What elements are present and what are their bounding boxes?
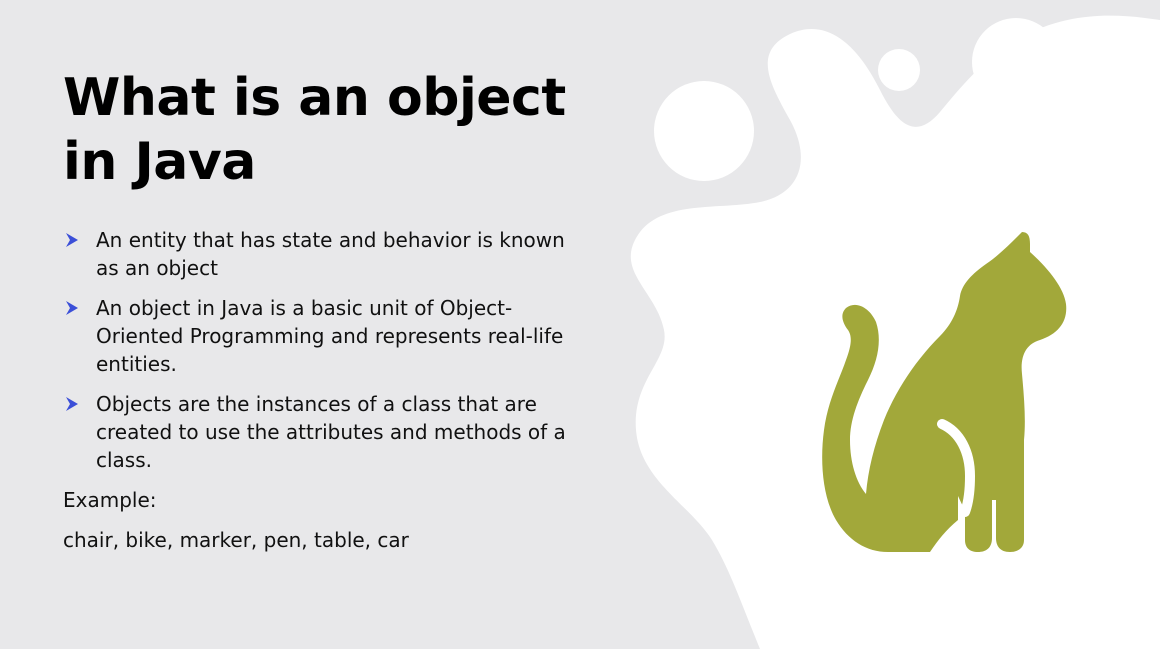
arrow-bullet-icon (66, 301, 78, 315)
slide-title: What is an object in Java (63, 68, 566, 192)
white-blob-circle-small (878, 49, 920, 91)
bullet-item: An object in Java is a basic unit of Obj… (63, 294, 573, 378)
arrow-bullet-icon (66, 233, 78, 247)
bullet-list: An entity that has state and behavior is… (63, 226, 573, 486)
slide: What is an object in Java An entity that… (0, 0, 1160, 649)
cat-body (822, 232, 1067, 552)
bullet-text: Objects are the instances of a class tha… (96, 392, 566, 472)
bullet-text: An entity that has state and behavior is… (96, 228, 565, 280)
bullet-text: An object in Java is a basic unit of Obj… (96, 296, 564, 376)
bullet-item: Objects are the instances of a class tha… (63, 390, 573, 474)
white-blob-circle-right (972, 18, 1060, 106)
bullet-item: An entity that has state and behavior is… (63, 226, 573, 282)
white-blob-circle-large (654, 81, 754, 181)
arrow-bullet-icon (66, 397, 78, 411)
cat-icon (822, 232, 1067, 552)
example-label: Example: (63, 488, 157, 512)
example-values: chair, bike, marker, pen, table, car (63, 528, 409, 552)
